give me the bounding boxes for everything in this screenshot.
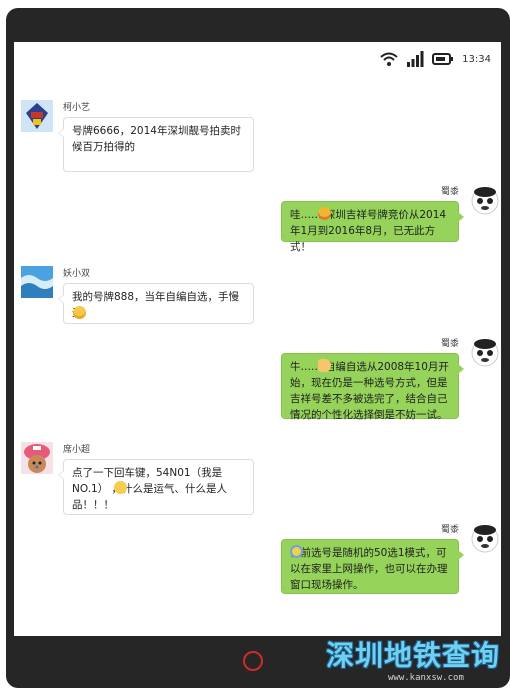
message-bubble[interactable]: 点了一下回车键，54N01（我是NO.1） ，什么是运气、什么是人品！！！ <box>58 459 254 515</box>
wifi-icon <box>380 52 398 66</box>
message-text: 牛…… 自编自选从2008年10月开始，现在仍是一种选号方式，但是吉祥号差不多被… <box>290 361 449 421</box>
message-text: 目前选号是随机的50选1模式，可以在家里上网操作，也可以在办理窗口现场操作。 <box>290 547 448 591</box>
chopper-avatar <box>21 442 53 474</box>
sender-name: 蜀黍 <box>440 187 459 197</box>
chat-screen: 13:34 柯小艺 号牌6666，2014年深圳靓号拍卖时候百万拍得的 蜀黍 哇… <box>14 42 501 636</box>
battery-icon <box>432 53 454 65</box>
robot-avatar <box>21 100 53 132</box>
chat-message: 妖小双 我的号牌888，当年自编自选，手慢无 <box>21 266 341 326</box>
watermark: 深圳地铁查询 www.kanxsw.com <box>326 640 508 686</box>
watermark-url: www.kanxsw.com <box>388 673 464 683</box>
sender-name: 蜀黍 <box>440 339 459 349</box>
wave-avatar <box>21 266 53 298</box>
message-text: 号牌6666，2014年深圳靓号拍卖时候百万拍得的 <box>72 125 241 153</box>
chat-message: 席小超 点了一下回车键，54N01（我是NO.1） ，什么是运气、什么是人品！！… <box>21 442 341 515</box>
message-bubble[interactable]: 我的号牌888，当年自编自选，手慢无 <box>58 283 254 324</box>
thumbs-up-emoji <box>318 359 331 372</box>
panda-avatar <box>471 525 499 553</box>
message-bubble[interactable]: 哇…… 深圳吉祥号牌竞价从2014年1月到2016年8月，已无此方式！ <box>281 201 464 253</box>
message-bubble[interactable]: 牛…… 自编自选从2008年10月开始，现在仍是一种选号方式，但是吉祥号差不多被… <box>281 353 464 421</box>
sender-name: 妖小双 <box>63 269 91 279</box>
scream-emoji <box>290 545 303 558</box>
message-bubble[interactable]: 目前选号是随机的50选1模式，可以在家里上网操作，也可以在办理窗口现场操作。 <box>281 539 464 594</box>
chat-message: 蜀黍 哇…… 深圳吉祥号牌竞价从2014年1月到2016年8月，已无此方式！ <box>181 184 501 253</box>
panda-avatar <box>471 187 499 215</box>
sweat-emoji <box>73 306 86 319</box>
signal-icon <box>407 51 424 67</box>
chat-message: 蜀黍 目前选号是随机的50选1模式，可以在家里上网操作，也可以在办理窗口现场操作… <box>181 522 501 602</box>
sender-name: 蜀黍 <box>440 525 459 535</box>
chat-message: 柯小艺 号牌6666，2014年深圳靓号拍卖时候百万拍得的 <box>21 100 341 172</box>
sender-name: 柯小艺 <box>63 103 91 113</box>
thinking-emoji <box>114 481 127 494</box>
message-text: 点了一下回车键，54N01（我是NO.1） ，什么是运气、什么是人品！！！ <box>72 467 228 511</box>
home-button[interactable] <box>243 651 263 671</box>
sender-name: 席小超 <box>63 445 91 455</box>
money-face-emoji <box>318 207 331 220</box>
watermark-title: 深圳地铁查询 <box>326 639 501 672</box>
message-bubble[interactable]: 号牌6666，2014年深圳靓号拍卖时候百万拍得的 <box>58 117 254 172</box>
status-bar: 13:34 <box>380 46 491 72</box>
message-text: 哇…… 深圳吉祥号牌竞价从2014年1月到2016年8月，已无此方式！ <box>290 209 447 253</box>
status-time: 13:34 <box>462 53 491 65</box>
chat-message: 蜀黍 牛…… 自编自选从2008年10月开始，现在仍是一种选号方式，但是吉祥号差… <box>181 336 501 421</box>
panda-avatar <box>471 339 499 367</box>
message-text: 我的号牌888，当年自编自选，手慢无 <box>72 291 240 319</box>
